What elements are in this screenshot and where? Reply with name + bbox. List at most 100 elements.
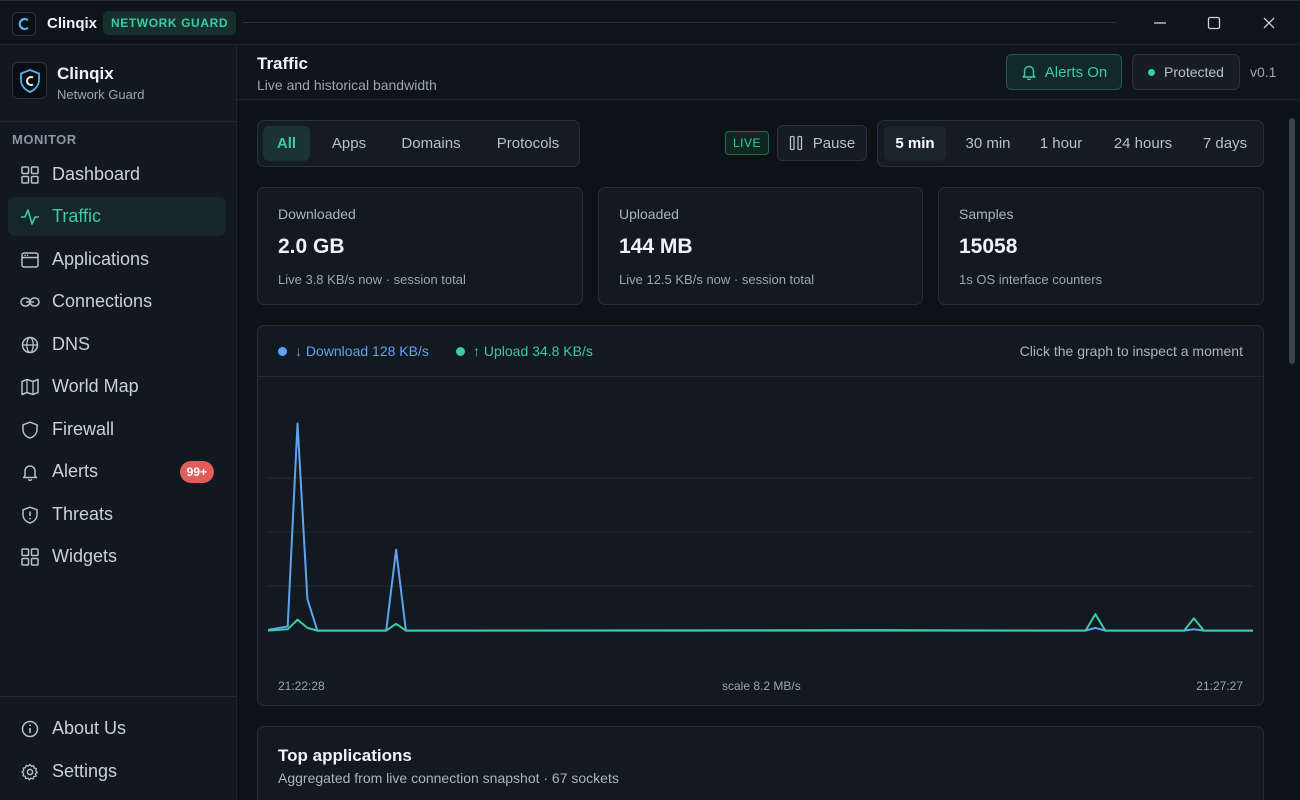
stat-value: 144 MB	[619, 235, 693, 258]
version-label: v0.1	[1250, 64, 1277, 80]
sidebar-item-label: Widgets	[52, 546, 118, 566]
shield-alert-icon	[20, 505, 40, 525]
download-dot-icon	[278, 346, 287, 356]
main-scrollbar[interactable]	[1285, 101, 1300, 800]
sidebar-item-label: World Map	[52, 376, 139, 396]
sidebar-item-world-map[interactable]: World Map	[8, 367, 226, 406]
stat-label: Uploaded	[619, 206, 679, 222]
maximize-icon	[1207, 16, 1221, 30]
chart-hint: Click the graph to inspect a moment	[1019, 343, 1243, 359]
grid-icon	[20, 165, 40, 185]
globe-icon	[20, 335, 40, 355]
sidebar-item-widgets[interactable]: Widgets	[8, 537, 226, 576]
chart-start-time: 21:22:28	[278, 679, 325, 693]
stat-note: Live 3.8 KB/s now · session total	[278, 272, 466, 287]
chart-end-time: 21:27:27	[1196, 679, 1243, 693]
stat-note: Live 12.5 KB/s now · session total	[619, 272, 815, 287]
series-line-download	[267, 422, 1253, 632]
sidebar-item-threats[interactable]: Threats	[8, 495, 226, 534]
live-badge: LIVE	[725, 131, 770, 155]
legend-download: ↓ Download 128 KB/s	[278, 343, 429, 359]
stat-card-samples: Samples 15058 1s OS interface counters	[938, 187, 1264, 305]
bandwidth-chart-card: ↓ Download 128 KB/s ↑ Upload 34.8 KB/s C…	[257, 325, 1264, 706]
stat-note: 1s OS interface counters	[959, 272, 1103, 287]
tab-domains[interactable]: Domains	[388, 126, 474, 161]
stat-value: 15058	[959, 235, 1018, 258]
maximize-button[interactable]	[1200, 11, 1228, 35]
main-content: All Apps Domains Protocols LIVE Pause 5 …	[237, 101, 1285, 800]
app-badge: NETWORK GUARD	[103, 11, 237, 35]
legend-download-label: ↓ Download 128 KB/s	[295, 343, 429, 359]
sidebar-item-label: Traffic	[52, 206, 102, 226]
divider	[0, 696, 236, 697]
range-30-min[interactable]: 30 min	[954, 126, 1022, 161]
sidebar-item-label: Alerts	[52, 461, 99, 481]
pause-label: Pause	[812, 134, 856, 152]
activity-icon	[20, 207, 40, 227]
series-line-upload	[267, 613, 1253, 632]
gear-icon	[20, 762, 40, 782]
legend-upload-label: ↑ Upload 34.8 KB/s	[473, 343, 593, 359]
map-icon	[20, 377, 40, 397]
sidebar-item-about[interactable]: About Us	[8, 709, 226, 748]
page-title: Traffic	[257, 54, 309, 73]
sidebar-item-label: DNS	[52, 334, 91, 354]
filter-tabs: All Apps Domains Protocols	[257, 120, 580, 167]
minimize-button[interactable]	[1146, 11, 1174, 35]
sidebar-item-alerts[interactable]: Alerts 99+	[8, 452, 226, 491]
sidebar-item-label: Applications	[52, 249, 150, 269]
drag-region[interactable]	[243, 22, 1116, 23]
legend-upload: ↑ Upload 34.8 KB/s	[456, 343, 593, 359]
time-range-selector: 5 min 30 min 1 hour 24 hours 7 days	[877, 120, 1264, 167]
range-1-hour[interactable]: 1 hour	[1030, 126, 1092, 161]
bandwidth-chart[interactable]	[258, 377, 1263, 667]
link-icon	[20, 292, 40, 312]
info-icon	[20, 719, 40, 739]
minimize-icon	[1154, 22, 1166, 24]
range-24-hours[interactable]: 24 hours	[1100, 126, 1186, 161]
divider	[0, 121, 236, 122]
sidebar-item-dns[interactable]: DNS	[8, 325, 226, 364]
sidebar-item-label: Threats	[52, 504, 114, 524]
tab-all[interactable]: All	[263, 126, 310, 161]
top-applications-card: Top applications Aggregated from live co…	[257, 726, 1264, 800]
sidebar-item-label: Dashboard	[52, 164, 141, 184]
sidebar-item-label: Firewall	[52, 419, 115, 439]
sidebar-item-applications[interactable]: Applications	[8, 240, 226, 279]
top-applications-subtitle: Aggregated from live connection snapshot…	[278, 770, 619, 786]
alerts-toggle-label: Alerts On	[1044, 63, 1108, 81]
pause-button[interactable]: Pause	[777, 125, 867, 161]
alerts-toggle-button[interactable]: Alerts On	[1006, 54, 1122, 90]
tab-apps[interactable]: Apps	[318, 126, 380, 161]
shield-icon	[20, 420, 40, 440]
sidebar-item-traffic[interactable]: Traffic	[8, 197, 226, 236]
stat-value: 2.0 GB	[278, 235, 345, 258]
bell-icon	[20, 462, 40, 482]
sidebar-item-dashboard[interactable]: Dashboard	[8, 155, 226, 194]
range-7-days[interactable]: 7 days	[1192, 126, 1258, 161]
sidebar: Clinqix Network Guard MONITOR Dashboard …	[0, 45, 237, 800]
sidebar-item-firewall[interactable]: Firewall	[8, 410, 226, 449]
tab-protocols[interactable]: Protocols	[482, 126, 574, 161]
page-subtitle: Live and historical bandwidth	[257, 77, 437, 93]
pause-icon	[789, 135, 802, 151]
page-header: Traffic Live and historical bandwidth Al…	[237, 45, 1300, 100]
scrollbar-thumb[interactable]	[1289, 118, 1295, 364]
close-icon	[1263, 17, 1275, 29]
range-5-min[interactable]: 5 min	[884, 126, 946, 161]
window-icon	[20, 250, 40, 270]
protection-status-label: Protected	[1164, 64, 1224, 80]
chart-header: ↓ Download 128 KB/s ↑ Upload 34.8 KB/s C…	[258, 326, 1263, 377]
close-button[interactable]	[1255, 11, 1283, 35]
app-name: Clinqix	[47, 15, 98, 32]
sidebar-item-settings[interactable]: Settings	[8, 752, 226, 791]
status-dot-icon	[1148, 68, 1156, 76]
widgets-icon	[20, 547, 40, 567]
title-bar: Clinqix NETWORK GUARD	[0, 0, 1300, 45]
brand-subtitle: Network Guard	[57, 87, 145, 102]
stat-card-uploaded: Uploaded 144 MB Live 12.5 KB/s now · ses…	[598, 187, 923, 305]
brand-logo-icon	[12, 62, 47, 99]
sidebar-item-connections[interactable]: Connections	[8, 282, 226, 321]
brand-name: Clinqix	[57, 64, 114, 83]
sidebar-item-label: About Us	[52, 718, 127, 738]
